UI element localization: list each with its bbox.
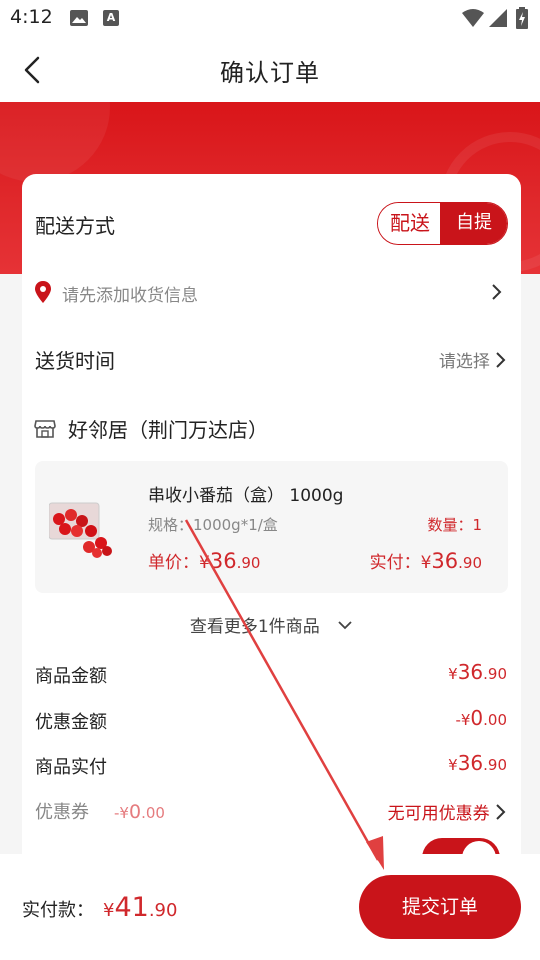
delivery-method-label: 配送方式 [35, 214, 115, 238]
coupon-label: 优惠券 [35, 802, 89, 823]
goods-paid-label: 商品实付 [35, 757, 107, 778]
banner-decoration [0, 102, 110, 182]
discount-amount-value: -¥0.00 [455, 706, 507, 730]
chevron-right-icon [492, 284, 502, 300]
submit-order-button[interactable]: 提交订单 [359, 875, 521, 939]
goods-paid-value: ¥36.90 [448, 751, 507, 775]
image-icon [70, 10, 88, 26]
option-delivery[interactable]: 配送 [378, 203, 442, 244]
chevron-right-icon [496, 352, 506, 368]
battery-icon [516, 7, 528, 29]
store-icon [34, 420, 56, 438]
product-quantity: 数量：1 [427, 516, 482, 534]
store-name: 好邻居（荆门万达店） [68, 418, 268, 442]
status-bar: 4:12 A [0, 0, 540, 36]
delivery-time-label: 送货时间 [35, 349, 115, 373]
product-unit-price: 单价：¥36.90 [148, 549, 261, 573]
goods-amount-label: 商品金额 [35, 666, 107, 687]
order-card: 配送方式 配送 自提 请先添加收货信息 送货时间 请选择 好邻居（荆门万达店） [22, 174, 521, 878]
address-placeholder: 请先添加收货信息 [62, 286, 198, 306]
product-name: 串收小番茄（盒） 1000g [148, 486, 344, 506]
address-row[interactable]: 请先添加收货信息 [22, 274, 521, 312]
total-label: 实付款： [22, 900, 94, 921]
nav-bar: 确认订单 [0, 36, 540, 102]
checkout-bar: 实付款： ¥41.90 提交订单 [0, 854, 540, 960]
delivery-time-value: 请选择 [438, 352, 490, 372]
coupon-select[interactable]: 无可用优惠券 [388, 799, 507, 824]
delivery-method-toggle: 配送 自提 [377, 202, 508, 245]
view-more-label: 查看更多1件商品 [189, 617, 320, 637]
product-item[interactable]: 串收小番茄（盒） 1000g 规格：1000g*1/盒 数量：1 单价：¥36.… [35, 461, 508, 593]
total-amount: ¥41.90 [103, 892, 178, 923]
discount-amount-label: 优惠金额 [35, 712, 107, 733]
product-spec: 规格：1000g*1/盒 [148, 516, 278, 534]
page-title: 确认订单 [220, 59, 320, 87]
chevron-down-icon [338, 621, 352, 630]
chevron-right-icon [496, 804, 506, 820]
status-time: 4:12 [10, 6, 53, 28]
product-paid-price: 实付：¥36.90 [369, 549, 482, 573]
view-more-items[interactable]: 查看更多1件商品 [22, 612, 521, 637]
a-icon: A [103, 10, 119, 26]
option-pickup[interactable]: 自提 [440, 203, 507, 244]
product-image [49, 502, 112, 558]
delivery-time-select[interactable]: 请选择 [438, 347, 507, 372]
coupon-status: 无可用优惠券 [387, 804, 490, 824]
location-pin-icon [35, 281, 51, 303]
signal-icon [489, 9, 507, 27]
coupon-amount: -¥0.00 [114, 801, 165, 823]
goods-amount-value: ¥36.90 [448, 660, 507, 684]
wifi-icon [462, 9, 484, 27]
